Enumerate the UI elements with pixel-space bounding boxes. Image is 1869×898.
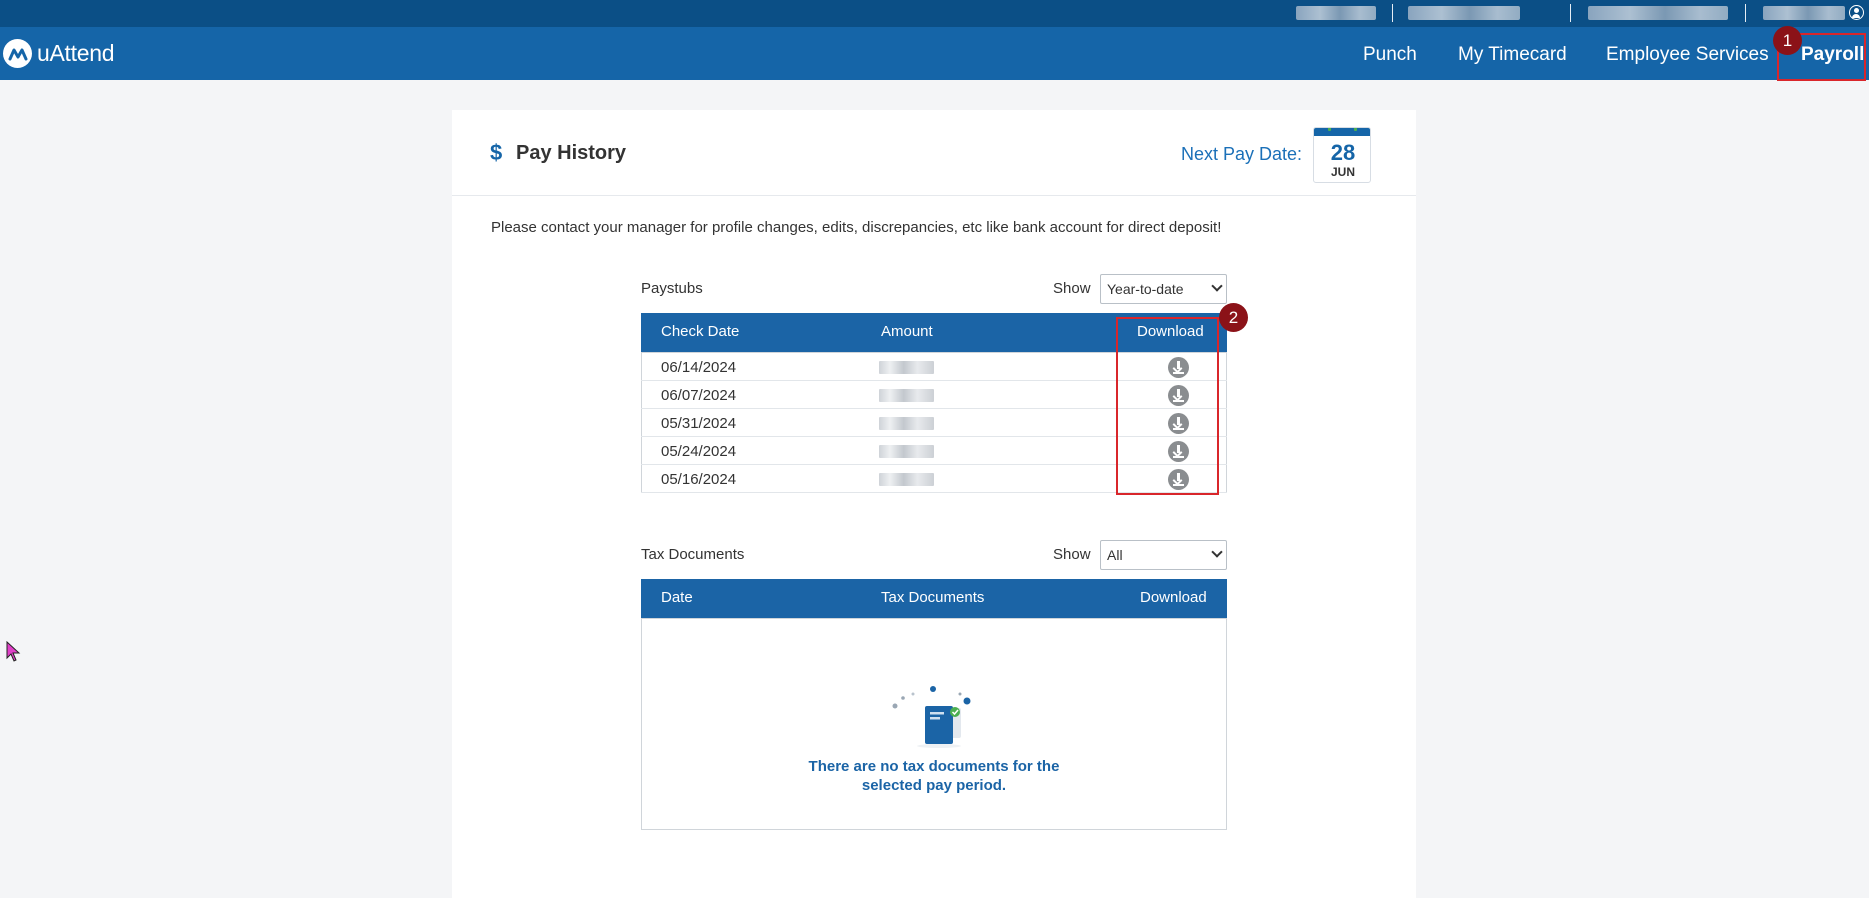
- blurred-amount: [879, 417, 934, 430]
- check-date: 05/16/2024: [661, 471, 737, 488]
- col-check-date[interactable]: Check Date: [661, 323, 739, 340]
- empty-message-line-1: There are no tax documents for the: [808, 758, 1060, 775]
- paystubs-period-select[interactable]: Year-to-date: [1100, 274, 1227, 304]
- nav-punch[interactable]: Punch: [1363, 44, 1417, 66]
- empty-message-line-2: selected pay period.: [861, 777, 1007, 794]
- divider: [1570, 4, 1571, 22]
- check-date: 05/24/2024: [661, 443, 737, 460]
- tax-show-label: Show: [1053, 546, 1091, 563]
- tax-period-value: All: [1107, 547, 1123, 563]
- blurred-utility-text: [1296, 6, 1376, 20]
- utility-bar: [0, 0, 1869, 27]
- main-nav: uAttend Punch My Timecard Employee Servi…: [0, 27, 1869, 80]
- tax-documents-table: Date Tax Documents Download There are no…: [641, 579, 1227, 831]
- blurred-amount: [879, 361, 934, 374]
- chevron-down-icon: [1211, 280, 1223, 292]
- divider: [1392, 4, 1393, 22]
- user-icon[interactable]: [1849, 5, 1864, 20]
- calendar-icon: 28 JUN: [1313, 127, 1371, 183]
- nav-my-timecard[interactable]: My Timecard: [1458, 44, 1567, 66]
- blurred-amount: [879, 473, 934, 486]
- logo[interactable]: uAttend: [3, 39, 114, 68]
- col-date[interactable]: Date: [661, 589, 693, 606]
- logo-text: uAttend: [37, 40, 115, 66]
- next-pay-day: 28: [1330, 140, 1356, 165]
- col-download: Download: [1140, 589, 1207, 606]
- paystubs-label: Paystubs: [641, 280, 703, 297]
- page-title: Pay History: [516, 142, 627, 164]
- blurred-utility-text: [1408, 6, 1520, 20]
- divider: [1745, 4, 1746, 22]
- annotation-badge-2: 2: [1219, 303, 1248, 332]
- paystubs-period-value: Year-to-date: [1107, 281, 1184, 297]
- check-date: 05/31/2024: [661, 415, 737, 432]
- tax-documents-label: Tax Documents: [641, 546, 745, 563]
- empty-documents-illustration-icon: [887, 684, 977, 749]
- blurred-amount: [879, 389, 934, 402]
- dollar-icon: $: [490, 140, 503, 165]
- col-tax-documents[interactable]: Tax Documents: [881, 589, 984, 606]
- chevron-down-icon: [1211, 546, 1223, 558]
- check-date: 06/07/2024: [661, 387, 737, 404]
- next-pay-month: JUN: [1330, 165, 1355, 179]
- tax-table-header: Date Tax Documents Download: [641, 579, 1227, 618]
- blurred-amount: [879, 445, 934, 458]
- logo-mark-icon: [3, 39, 32, 68]
- tax-period-select[interactable]: All: [1100, 540, 1227, 570]
- col-amount[interactable]: Amount: [881, 323, 933, 340]
- card-header: $ Pay History Next Pay Date: 28 JUN: [452, 110, 1416, 196]
- paystubs-show-label: Show: [1053, 280, 1091, 297]
- annotation-badge-1: 1: [1773, 26, 1802, 55]
- blurred-utility-text: [1588, 6, 1728, 20]
- next-pay-date-label: Next Pay Date:: [1181, 144, 1303, 164]
- mouse-cursor-icon: [6, 640, 22, 663]
- check-date: 06/14/2024: [661, 359, 737, 376]
- blurred-user-name[interactable]: [1763, 6, 1845, 20]
- nav-employee-services[interactable]: Employee Services: [1606, 44, 1769, 66]
- profile-notice: Please contact your manager for profile …: [491, 219, 1222, 236]
- pay-history-card: $ Pay History Next Pay Date: 28 JUN Plea…: [452, 110, 1416, 898]
- annotation-box-download-column: [1116, 317, 1219, 495]
